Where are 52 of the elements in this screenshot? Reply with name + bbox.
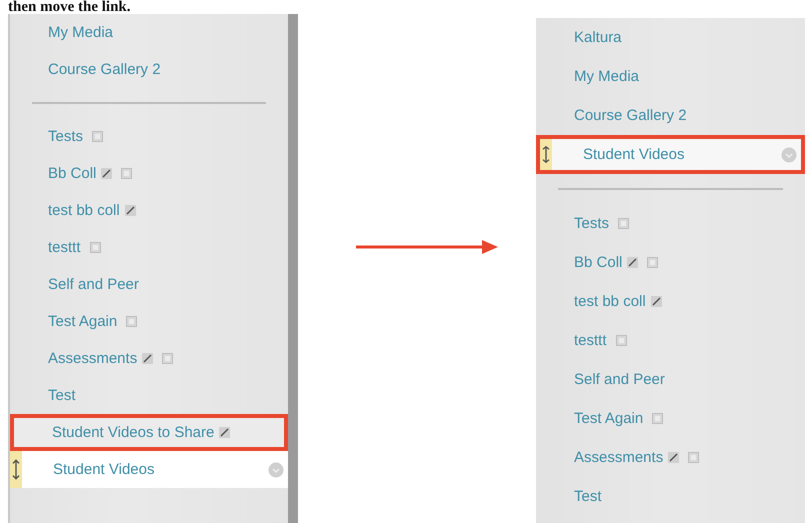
menu-item[interactable]: My Media — [536, 57, 805, 96]
menu-item[interactable]: Test — [536, 477, 805, 516]
menu-item[interactable]: Student Videos — [536, 135, 805, 174]
menu-item[interactable]: Student Videos to Share — [10, 414, 288, 451]
menu-item[interactable]: test bb coll — [536, 282, 805, 321]
menu-item-label[interactable]: testtt — [574, 332, 607, 349]
menu-item[interactable]: Test — [10, 377, 288, 414]
menu-item-label[interactable]: Student Videos to Share — [52, 424, 214, 441]
menu-item[interactable]: Kaltura — [536, 18, 805, 57]
drag-handle-icon[interactable] — [540, 139, 552, 170]
arrow-icon — [356, 238, 498, 254]
menu-item[interactable]: test bb coll — [10, 192, 288, 229]
menu-item-label[interactable]: Tests — [48, 128, 84, 145]
menu-item-label[interactable]: Self and Peer — [48, 276, 139, 293]
menu-item[interactable]: testtt — [10, 229, 288, 266]
menu-item-label[interactable]: testtt — [48, 239, 81, 256]
menu-item-label[interactable]: Test — [48, 387, 76, 404]
menu-item-label[interactable]: Test — [574, 488, 602, 505]
menu-item-label[interactable]: Assessments — [48, 350, 138, 367]
menu-item-label[interactable]: Test Again — [48, 313, 118, 330]
menu-item[interactable]: Tests — [536, 204, 805, 243]
menu-item-label[interactable]: Test Again — [574, 410, 644, 427]
menu-item-label[interactable]: Bb Coll — [574, 254, 622, 271]
menu-item[interactable]: Test Again — [10, 303, 288, 340]
menu-item[interactable]: My Media — [10, 14, 288, 51]
menu-item-label[interactable]: Bb Coll — [48, 165, 96, 182]
menu-item-label[interactable]: Kaltura — [574, 29, 622, 46]
menu-item-label[interactable]: Student Videos — [583, 146, 684, 163]
menu-item[interactable]: testtt — [536, 321, 805, 360]
menu-item[interactable]: Bb Coll — [10, 155, 288, 192]
menu-item-label[interactable]: Course Gallery 2 — [48, 61, 161, 78]
menu-item-label[interactable]: test bb coll — [574, 293, 646, 310]
menu-item-label[interactable]: test bb coll — [48, 202, 120, 219]
heading-text: then move the link. — [8, 0, 132, 14]
menu-item[interactable]: Assessments — [10, 340, 288, 377]
menu-item-label[interactable]: My Media — [48, 24, 114, 41]
menu-item-label[interactable]: Course Gallery 2 — [574, 107, 687, 124]
menu-item[interactable]: Course Gallery 2 — [10, 51, 288, 88]
menu-item[interactable]: Assessments — [536, 438, 805, 477]
menu-item[interactable]: Student Videos — [10, 451, 288, 488]
menu-item-label[interactable]: Student Videos — [53, 461, 154, 478]
drag-handle-icon[interactable] — [10, 451, 22, 488]
menu-item-label[interactable]: Assessments — [574, 449, 664, 466]
menu-item[interactable]: Self and Peer — [536, 360, 805, 399]
menu-item-label[interactable]: Tests — [574, 215, 610, 232]
menu-item[interactable]: Tests — [10, 118, 288, 155]
menu-item[interactable]: Self and Peer — [10, 266, 288, 303]
menu-item[interactable]: Test Again — [536, 399, 805, 438]
menu-item-label[interactable]: My Media — [574, 68, 640, 85]
menu-item-label[interactable]: Self and Peer — [574, 371, 665, 388]
menu-item[interactable]: Bb Coll — [536, 243, 805, 282]
menu-item[interactable]: Course Gallery 2 — [536, 96, 805, 135]
